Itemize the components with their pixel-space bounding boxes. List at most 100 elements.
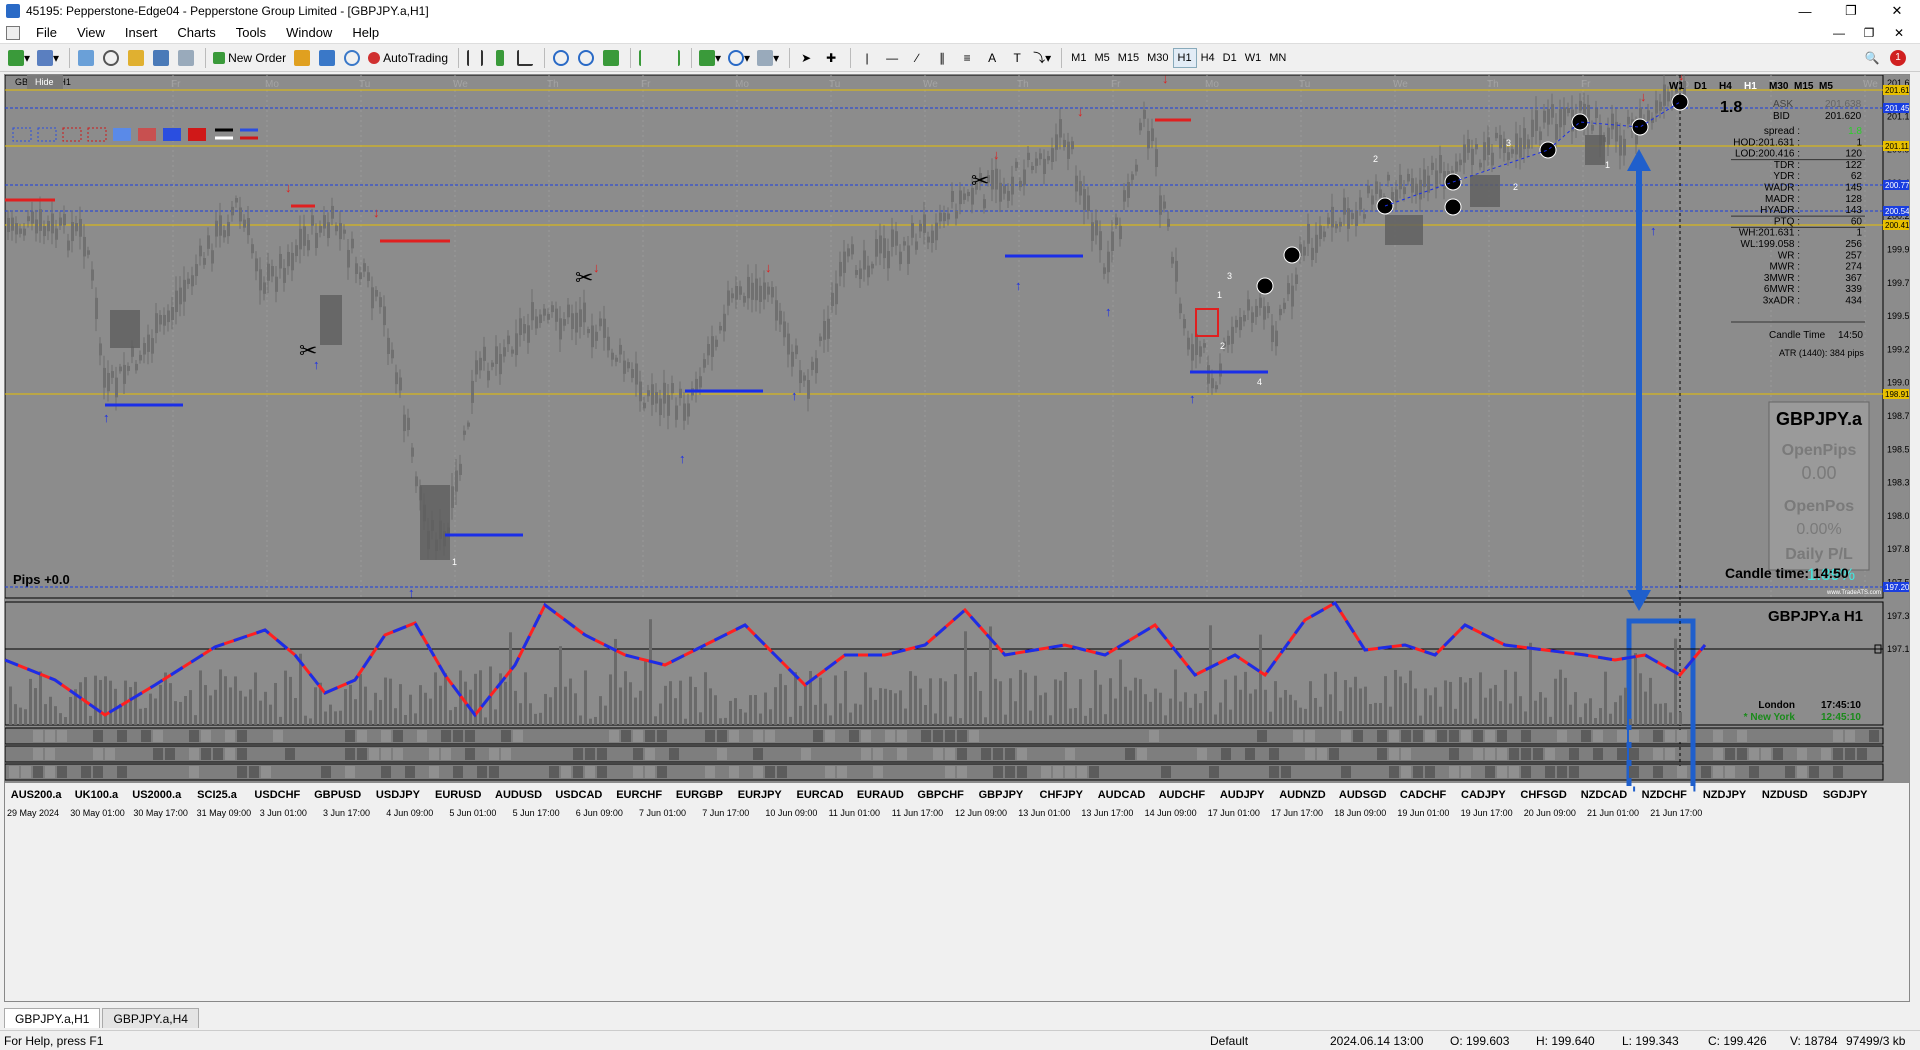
zoom-out-button[interactable] [575,47,597,69]
terminal-button[interactable] [150,47,172,69]
market-button[interactable] [341,47,363,69]
tf-h1[interactable]: H1 [1172,47,1197,68]
text-label-button[interactable]: T [1006,47,1028,69]
candlestick-button[interactable] [489,47,511,69]
strength-cell [993,766,1003,778]
autoscroll-button[interactable] [636,47,658,69]
bar-chart-button[interactable] [464,47,486,69]
histogram-bar [624,671,627,725]
text-button[interactable]: A [981,47,1003,69]
histogram-bar [359,674,362,725]
mdi-restore-button[interactable]: ❐ [1854,22,1884,44]
tab-gbpjpy-h1[interactable]: GBPJPY.a,H1 [4,1008,101,1028]
tf-m30[interactable]: M30 [1143,48,1172,68]
histogram-bar [334,711,337,725]
close-button[interactable]: ✕ [1874,0,1920,22]
zoom-in-button[interactable] [550,47,572,69]
strength-cell [957,766,967,778]
tab-gbpjpy-h4[interactable]: GBPJPY.a,H4 [102,1008,199,1028]
strength-cell [777,766,787,778]
info-row-value: 339 [1845,284,1862,295]
menu-file[interactable]: File [26,25,67,40]
horizontal-line-button[interactable]: — [881,47,903,69]
menu-window[interactable]: Window [276,25,342,40]
strength-cell [225,730,235,742]
maximize-button[interactable]: ❐ [1828,0,1874,22]
minimize-button[interactable]: — [1782,0,1828,22]
histogram-bar [1629,718,1632,725]
color-swatch[interactable] [138,128,156,141]
histogram-bar [714,695,717,725]
candle-body [723,313,726,332]
color-swatch[interactable] [113,128,131,141]
tester-button[interactable] [175,47,197,69]
mdi-minimize-button[interactable]: — [1824,22,1854,44]
arrows-button[interactable]: ⤵ ▾ [1031,47,1053,69]
chart-shift-button[interactable] [661,47,683,69]
navigator-button[interactable] [125,47,147,69]
pair-button-label: NZDCAD [1581,789,1627,801]
profiles-button[interactable]: ▾ [35,47,61,69]
tf-h4[interactable]: H4 [1197,48,1219,68]
vertical-line-button[interactable]: | [856,47,878,69]
histogram-bar [1569,704,1572,725]
tf-mn[interactable]: MN [1265,48,1290,68]
histogram-bar [1349,687,1352,725]
supply-demand-zone [110,310,140,348]
strength-cell [621,730,631,742]
autotrading-button[interactable]: AutoTrading [366,47,450,69]
fibonacci-button[interactable]: ≡ [956,47,978,69]
info-row-value: 256 [1845,239,1862,250]
data-window-button[interactable] [100,47,122,69]
line-chart-button[interactable] [514,47,536,69]
templates-button[interactable]: ▾ [755,47,781,69]
new-order-button[interactable]: New Order [211,47,288,69]
histogram-bar [849,712,852,725]
candle-body [915,241,918,250]
histogram-bar [1269,711,1272,725]
candle-body [1463,144,1466,163]
periods-button[interactable]: ▾ [726,47,752,69]
menu-charts[interactable]: Charts [167,25,225,40]
metaeditor-button[interactable] [291,47,313,69]
tf-m1[interactable]: M1 [1067,48,1090,68]
tile-windows-button[interactable] [600,47,622,69]
mdi-close-button[interactable]: ✕ [1884,22,1914,44]
histogram-bar [1219,702,1222,725]
cursor-button[interactable]: ➤ [795,47,817,69]
notifications-button[interactable]: 1 [1887,47,1909,69]
market-watch-button[interactable] [75,47,97,69]
menu-insert[interactable]: Insert [115,25,168,40]
toolbar-separator [789,47,791,68]
signals-button[interactable] [316,47,338,69]
trendline-button[interactable]: ∕ [906,47,928,69]
tf-w1[interactable]: W1 [1241,48,1266,68]
tf-d1[interactable]: D1 [1219,48,1241,68]
color-swatch[interactable] [188,128,206,141]
strength-cell [1653,730,1663,742]
tf-m5[interactable]: M5 [1090,48,1113,68]
strength-cell [1545,748,1555,760]
bid-label: BID [1773,111,1790,122]
menu-view[interactable]: View [67,25,115,40]
search-button[interactable]: 🔍 [1861,47,1883,69]
strength-cell [453,766,463,778]
color-swatch[interactable] [163,128,181,141]
new-chart-button[interactable]: ▾ [6,47,32,69]
chart-canvas[interactable]: FrMoTuWeThFrMoTuWeThFrMoTuWeThFrMoTuWeTh… [5,75,1909,1001]
crosshair-button[interactable]: ✚ [820,47,842,69]
histogram-bar [669,681,672,725]
histogram-bar [1019,669,1022,725]
chart-window[interactable]: FrMoTuWeThFrMoTuWeThFrMoTuWeThFrMoTuWeTh… [4,74,1910,1002]
histogram-bar [1469,678,1472,725]
tf-m15[interactable]: M15 [1114,48,1143,68]
candle-body [1111,231,1114,252]
candle-body [1263,306,1266,320]
channel-button[interactable]: ∥ [931,47,953,69]
menu-tools[interactable]: Tools [226,25,276,40]
candle-body [1471,148,1474,165]
histogram-bar [724,717,727,725]
indicators-button[interactable]: ▾ [697,47,723,69]
menu-help[interactable]: Help [342,25,389,40]
day-label: We [923,79,938,90]
